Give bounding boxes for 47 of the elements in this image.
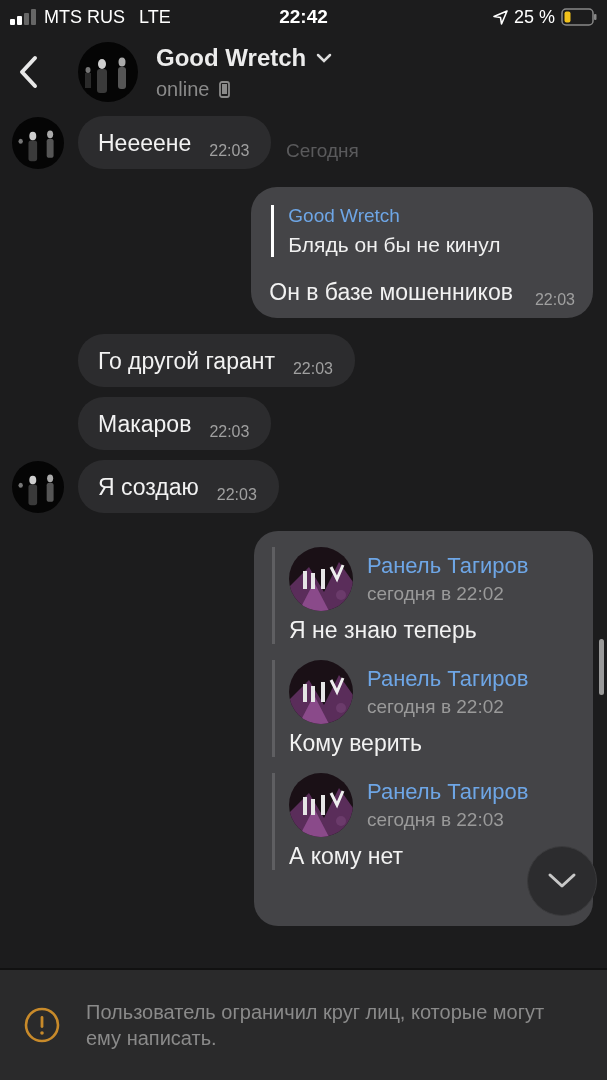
forward-date: сегодня в 22:03 [367, 809, 505, 831]
message-text: Макаров [98, 411, 192, 438]
message-bubble[interactable]: Ранель Тагиров сегодня в 22:02 Я не знаю теперь Ранель Тагиров сегодня в 22:02 Кому верить Ранель Тагиров сегодня в 22:03 А кому нет [254, 531, 593, 926]
warning-icon [24, 1007, 60, 1043]
message-bubble[interactable]: Good Wretch Блядь он бы не кинул Он в базе мошенников 22:03 [251, 187, 593, 318]
scroll-indicator [599, 639, 604, 695]
reply-text: Блядь он бы не кинул [288, 233, 502, 257]
battery-percent: 25 % [513, 6, 555, 28]
forward-date: сегодня в 22:02 [367, 583, 505, 605]
battery-icon [561, 8, 597, 26]
chevron-down-icon[interactable] [316, 52, 333, 63]
back-button[interactable] [18, 55, 38, 89]
reply-quote[interactable]: Good Wretch Блядь он бы не кинул [271, 205, 575, 257]
sender-name[interactable]: Ранель Тагиров [367, 553, 529, 579]
reply-author: Good Wretch [288, 205, 401, 227]
message-bubble[interactable]: Я создаю 22:03 [78, 460, 279, 513]
carrier-name: MTS RUS [44, 6, 125, 28]
message-text: Го другой гарант [98, 348, 275, 375]
sender-name[interactable]: Ранель Тагиров [367, 779, 529, 805]
date-label: Сегодня [286, 140, 359, 162]
message-text: Неееене [98, 130, 192, 157]
chat-title[interactable]: Good Wretch [156, 43, 307, 72]
message-text: Я не знаю теперь [289, 617, 478, 644]
sender-name[interactable]: Ранель Тагиров [367, 666, 529, 692]
message-time: 22:03 [292, 360, 333, 378]
message-bubble[interactable]: Макаров 22:03 [78, 397, 272, 450]
clock-time: 22:42 [279, 6, 328, 28]
message-time: 22:03 [209, 423, 250, 441]
message-time: 22:03 [216, 486, 257, 504]
forwarded-message[interactable]: Ранель Тагиров сегодня в 22:02 Кому верить [272, 660, 567, 757]
location-icon [492, 9, 508, 25]
message-text: Кому верить [289, 730, 424, 757]
message-text: Я создаю [98, 474, 199, 501]
network-type: LTE [139, 6, 171, 28]
notice-text: Пользователь ограничил круг лиц, которые могут ему написать. [86, 1000, 546, 1051]
message-text: А кому нет [289, 843, 405, 870]
phone-icon [219, 80, 231, 98]
message-bubble[interactable]: Го другой гарант 22:03 [78, 334, 355, 387]
message-time: 22:03 [534, 291, 575, 309]
message-time: 22:03 [209, 142, 250, 160]
message-bubble[interactable]: Неееене 22:03 [78, 116, 272, 169]
signal-icon [10, 9, 38, 25]
forwarded-message[interactable]: Ранель Тагиров сегодня в 22:02 Я не знаю теперь [272, 547, 567, 644]
chevron-down-icon[interactable] [547, 872, 577, 890]
online-status: online [156, 77, 210, 101]
message-text: Он в базе мошенников [269, 279, 513, 306]
forward-date: сегодня в 22:02 [367, 696, 505, 718]
